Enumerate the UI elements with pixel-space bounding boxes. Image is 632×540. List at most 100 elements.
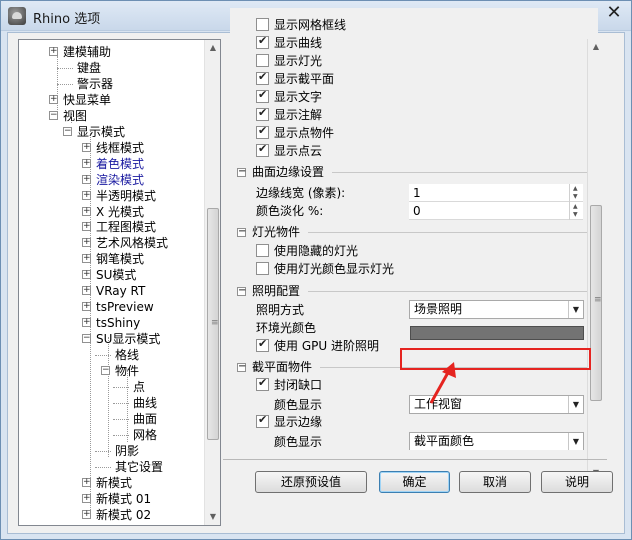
- scroll-up-icon[interactable]: ▲: [588, 39, 604, 55]
- spin-up-icon[interactable]: ▲: [573, 204, 578, 210]
- edge-color-label: 颜色显示: [274, 435, 323, 449]
- display-checkbox-label: 显示曲线: [274, 36, 323, 50]
- expand-icon[interactable]: +: [82, 222, 91, 232]
- tree-item-label: 渲染模式: [96, 172, 145, 187]
- options-tree[interactable]: + 建模辅助 键盘 警示器 + 快显菜单 − 视图 − 显示模式 + 线框模式 + 着色模式 + 渲染模式 + 半…: [18, 39, 221, 526]
- tree-connector: [57, 67, 73, 69]
- expand-icon[interactable]: +: [82, 286, 91, 296]
- edge-width-spinner[interactable]: ▲ ▼: [569, 184, 583, 202]
- expand-icon[interactable]: +: [82, 238, 91, 248]
- lighting-section-title: 照明配置: [252, 284, 301, 298]
- tree-item-label: X 光模式: [96, 204, 145, 219]
- tree-item-label: 钢笔模式: [96, 252, 145, 267]
- spin-down-icon[interactable]: ▼: [573, 212, 578, 218]
- section-divider: [308, 232, 587, 233]
- settings-scroll-thumb[interactable]: ≡: [590, 205, 602, 401]
- annotation-arrow-icon: [429, 362, 456, 404]
- expand-icon[interactable]: +: [82, 477, 91, 487]
- tree-connector: [113, 386, 129, 388]
- expand-icon[interactable]: +: [82, 190, 91, 200]
- ambient-color-swatch[interactable]: [410, 326, 584, 340]
- display-checkbox[interactable]: [256, 124, 269, 139]
- section-divider: [308, 291, 587, 292]
- light-color-label: 使用灯光颜色显示灯光: [274, 262, 395, 276]
- tree-item-label: 半透明模式: [96, 188, 157, 203]
- help-button[interactable]: 说明: [541, 471, 613, 493]
- display-checkbox[interactable]: [256, 88, 269, 103]
- hidden-lights-checkbox[interactable]: [256, 244, 269, 257]
- expand-icon[interactable]: +: [82, 302, 91, 312]
- section-divider: [332, 172, 587, 173]
- light-color-checkbox[interactable]: [256, 262, 269, 275]
- expand-icon[interactable]: +: [82, 493, 91, 503]
- grip-icon: ≡: [211, 318, 219, 328]
- display-checkbox[interactable]: [256, 106, 269, 121]
- chevron-down-icon[interactable]: ▼: [568, 301, 583, 318]
- expand-icon[interactable]: +: [82, 318, 91, 328]
- cap-checkbox[interactable]: [256, 376, 269, 391]
- display-checkbox[interactable]: [256, 54, 269, 67]
- collapse-icon[interactable]: −: [63, 126, 72, 136]
- expand-icon[interactable]: +: [82, 206, 91, 216]
- expand-icon[interactable]: +: [49, 47, 58, 56]
- tree-connector: [113, 402, 129, 404]
- cap-color-label: 颜色显示: [274, 398, 323, 412]
- expand-icon[interactable]: +: [82, 254, 91, 264]
- tree-item-label: 物件: [115, 364, 140, 378]
- display-checkbox-label: 显示点物件: [274, 126, 335, 140]
- settings-panel: 显示网格框线显示曲线显示灯光显示截平面显示文字显示注解显示点物件显示点云 − 曲…: [230, 8, 598, 450]
- expand-icon[interactable]: +: [82, 174, 91, 184]
- collapse-icon[interactable]: −: [237, 362, 246, 372]
- display-checkbox[interactable]: [256, 142, 269, 157]
- collapse-icon[interactable]: −: [49, 110, 58, 120]
- cancel-button[interactable]: 取消: [459, 471, 531, 493]
- display-checkbox[interactable]: [256, 18, 269, 31]
- scroll-down-icon[interactable]: ▼: [205, 509, 220, 525]
- edge-section-title: 曲面边缘设置: [252, 165, 325, 179]
- edge-color-select[interactable]: 截平面颜色 ▼: [409, 432, 584, 450]
- tree-connector: [57, 56, 58, 114]
- color-fade-field[interactable]: 0 ▲ ▼: [409, 202, 583, 220]
- settings-scrollbar[interactable]: ▲ ≡ ▼: [587, 39, 604, 481]
- tree-connector: [113, 418, 129, 420]
- tree-item-label: 快显菜单: [63, 92, 112, 107]
- expand-icon[interactable]: +: [82, 270, 91, 280]
- collapse-icon[interactable]: −: [237, 167, 246, 177]
- tree-scrollbar[interactable]: ▲ ≡ ▼: [204, 40, 220, 525]
- display-checkbox[interactable]: [256, 34, 269, 49]
- gpu-lighting-checkbox[interactable]: [256, 337, 269, 352]
- expand-icon[interactable]: +: [82, 509, 91, 519]
- tree-scroll-thumb[interactable]: ≡: [207, 208, 219, 440]
- show-edges-checkbox[interactable]: [256, 413, 269, 428]
- spin-up-icon[interactable]: ▲: [573, 186, 578, 192]
- edge-width-value: 1: [413, 186, 421, 200]
- tree-item-label: 键盘: [77, 60, 102, 75]
- tree-connector: [95, 466, 111, 468]
- collapse-icon[interactable]: −: [237, 286, 246, 296]
- tree-item-label: 曲线: [133, 395, 158, 410]
- expand-icon[interactable]: +: [49, 94, 58, 104]
- collapse-icon[interactable]: −: [82, 334, 91, 344]
- color-fade-spinner[interactable]: ▲ ▼: [569, 202, 583, 220]
- cap-label: 封闭缺口: [274, 378, 323, 392]
- lighting-method-label: 照明方式: [256, 303, 305, 317]
- chevron-down-icon[interactable]: ▼: [568, 396, 583, 413]
- restore-defaults-button[interactable]: 还原预设值: [255, 471, 367, 493]
- close-button[interactable]: ✕: [603, 3, 625, 23]
- edge-color-value: 截平面颜色: [414, 434, 475, 448]
- edge-width-field[interactable]: 1 ▲ ▼: [409, 184, 583, 202]
- collapse-icon[interactable]: −: [237, 227, 246, 237]
- display-checkbox[interactable]: [256, 70, 269, 85]
- chevron-down-icon[interactable]: ▼: [568, 433, 583, 450]
- scroll-up-icon[interactable]: ▲: [205, 40, 220, 56]
- ok-button[interactable]: 确定: [379, 471, 450, 493]
- spin-down-icon[interactable]: ▼: [573, 194, 578, 200]
- expand-icon[interactable]: +: [82, 158, 91, 168]
- collapse-icon[interactable]: −: [101, 366, 110, 375]
- lighting-method-select[interactable]: 场景照明 ▼: [409, 300, 584, 319]
- clipping-section-title: 截平面物件: [252, 360, 313, 374]
- tree-item-label: 曲面: [133, 411, 158, 426]
- ambient-color-label: 环境光颜色: [256, 321, 317, 335]
- tree-item-label: SU模式: [96, 268, 137, 283]
- expand-icon[interactable]: +: [82, 142, 91, 152]
